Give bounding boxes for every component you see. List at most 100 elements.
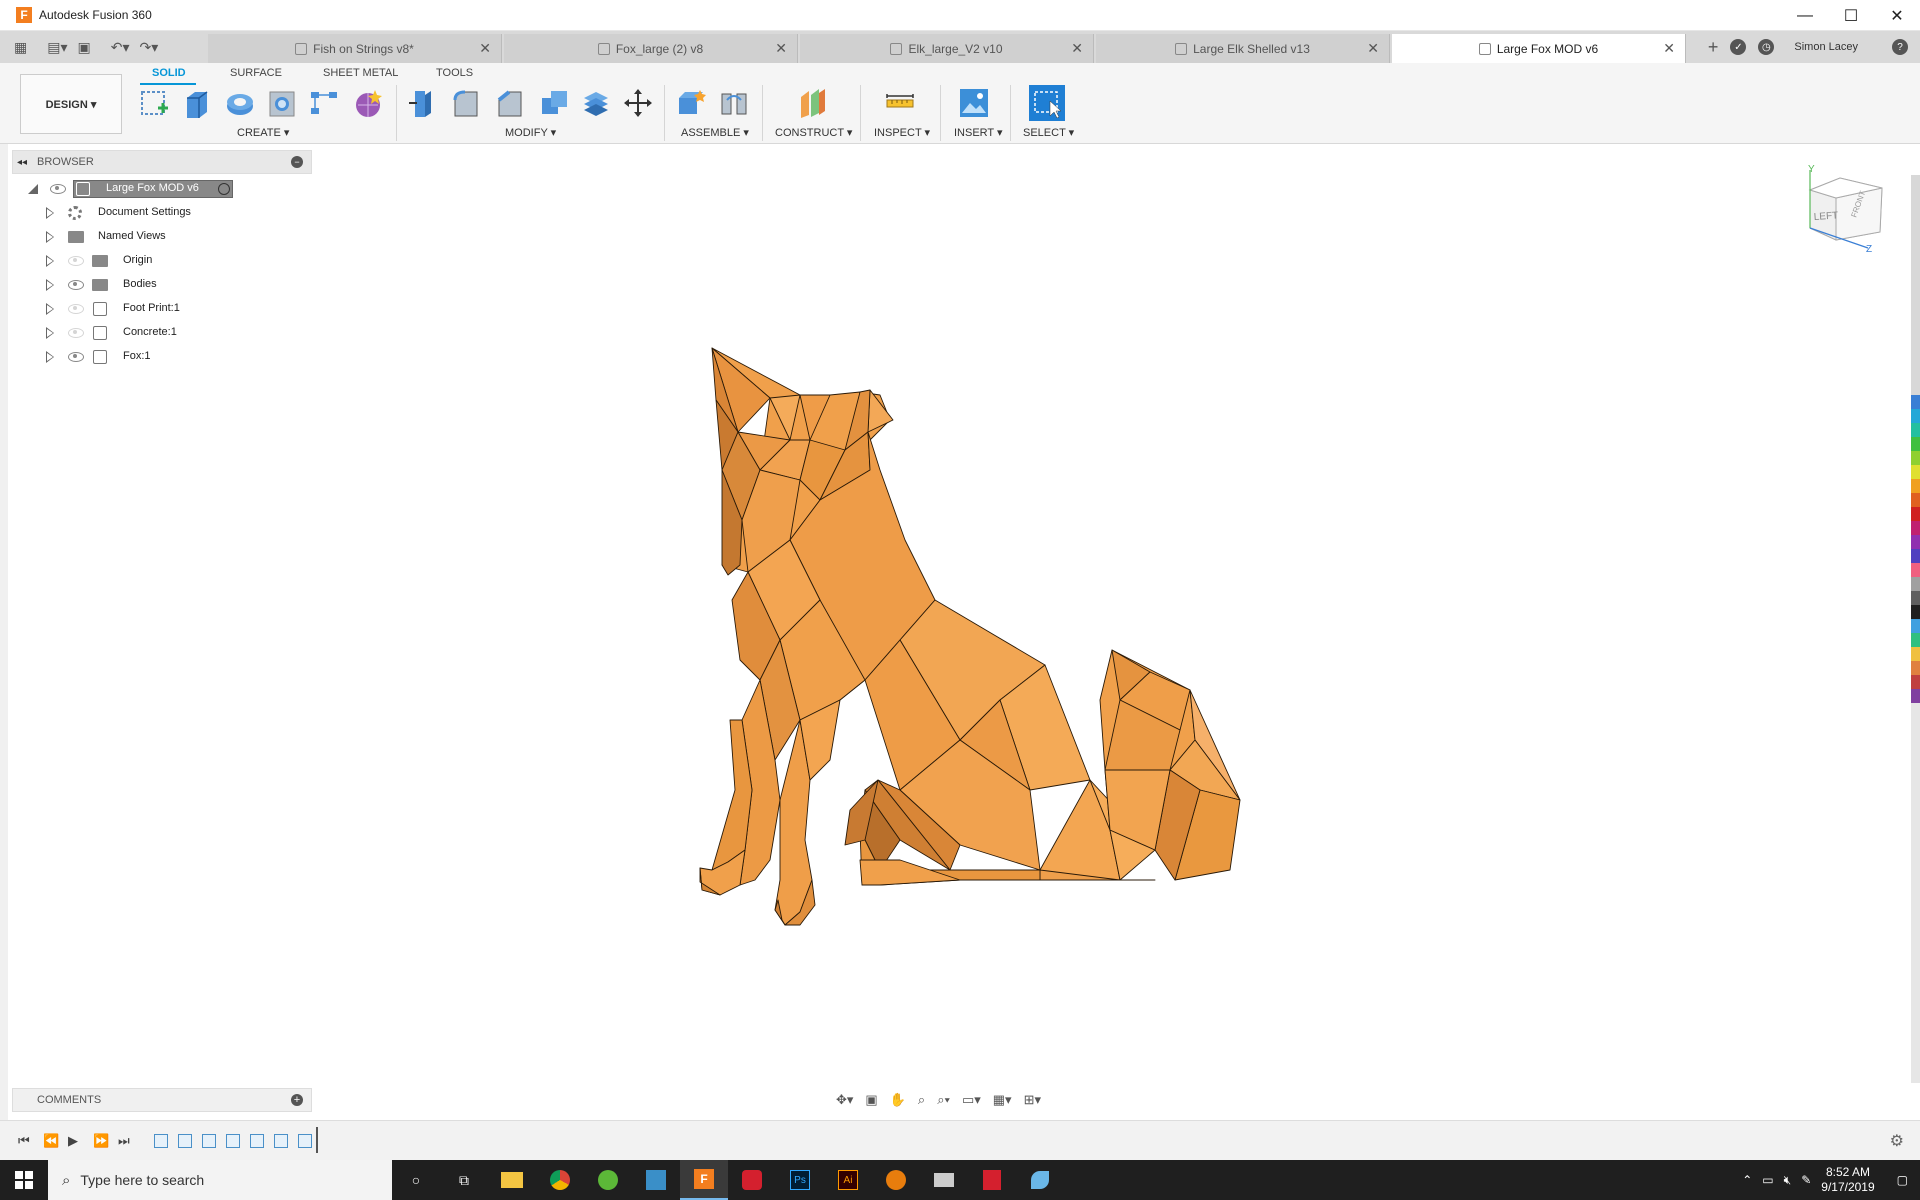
expand-icon[interactable]: [46, 303, 54, 315]
axis-y-label: Y: [1808, 164, 1815, 175]
expand-icon[interactable]: [46, 255, 54, 267]
grid-settings-icon[interactable]: ▦▾: [993, 1092, 1012, 1108]
visibility-eye-icon[interactable]: [68, 280, 84, 290]
fit-icon[interactable]: ⌕▾: [937, 1092, 950, 1108]
timeline-play-icon[interactable]: ▶: [68, 1133, 78, 1149]
component-icon: [93, 350, 107, 364]
visibility-eye-icon[interactable]: [68, 352, 84, 362]
tree-label: Origin: [123, 254, 153, 266]
timeline-next-icon[interactable]: ⏩: [93, 1133, 109, 1149]
expand-icon[interactable]: [46, 279, 54, 291]
3d-viewport[interactable]: Y Z LEFT FRONT: [0, 0, 1920, 1200]
app-window-icon[interactable]: [920, 1160, 968, 1200]
view-cube[interactable]: [1808, 170, 1883, 249]
axis-z-label: Z: [1866, 244, 1872, 255]
browser-item-document-settings[interactable]: Document Settings: [46, 202, 266, 224]
tree-label: Bodies: [123, 278, 157, 290]
fusion-taskbar-icon[interactable]: F: [680, 1160, 728, 1200]
timeline-marker[interactable]: [316, 1127, 318, 1153]
add-comment-icon[interactable]: +: [291, 1094, 303, 1106]
app-feather-icon[interactable]: [1016, 1160, 1064, 1200]
expand-icon[interactable]: [46, 327, 54, 339]
blender-icon[interactable]: [872, 1160, 920, 1200]
hidden-eye-icon[interactable]: [68, 256, 84, 266]
cortana-icon[interactable]: ○: [392, 1160, 440, 1200]
acrobat-icon[interactable]: [968, 1160, 1016, 1200]
system-tray: ⌃ ▭ 🔇︎ ✎ 8:52 AM 9/17/2019 ▢: [1742, 1160, 1920, 1200]
browser-item-fox[interactable]: Fox:1: [46, 346, 266, 368]
app-green-icon[interactable]: [584, 1160, 632, 1200]
timeline-feature[interactable]: [274, 1134, 288, 1148]
component-icon: [76, 182, 90, 196]
timeline-feature[interactable]: [154, 1134, 168, 1148]
expand-icon[interactable]: [46, 231, 54, 243]
timeline-settings-icon[interactable]: ⚙: [1890, 1131, 1904, 1151]
browser-item-named-views[interactable]: Named Views: [46, 226, 266, 248]
search-placeholder: Type here to search: [80, 1172, 205, 1188]
activate-radio-icon[interactable]: [218, 183, 230, 195]
photoshop-icon[interactable]: Ps: [776, 1160, 824, 1200]
notification-center-icon[interactable]: ▢: [1897, 1173, 1908, 1187]
display-settings-icon[interactable]: ▭▾: [962, 1092, 981, 1108]
folder-icon: [92, 255, 108, 267]
clock[interactable]: 8:52 AM 9/17/2019: [1821, 1165, 1874, 1195]
browser-panel-header[interactable]: ◂◂ BROWSER −: [12, 150, 312, 174]
tree-label: Document Settings: [98, 206, 191, 218]
pen-icon[interactable]: ✎: [1801, 1173, 1811, 1187]
root-label[interactable]: Large Fox MOD v6: [106, 182, 199, 194]
file-explorer-icon[interactable]: [488, 1160, 536, 1200]
fox-model[interactable]: [699, 347, 1241, 926]
expand-icon[interactable]: [46, 207, 54, 219]
component-icon: [93, 302, 107, 316]
browser-title: BROWSER: [37, 156, 94, 168]
expand-icon[interactable]: [46, 351, 54, 363]
zoom-icon[interactable]: ⌕: [918, 1092, 925, 1108]
windows-taskbar: ⌕ Type here to search ○ ⧉ F Ps Ai ⌃ ▭ 🔇︎…: [0, 1160, 1920, 1200]
collapse-browser-icon[interactable]: ◂◂: [17, 157, 27, 168]
timeline-feature[interactable]: [202, 1134, 216, 1148]
color-palette-strip[interactable]: [1911, 175, 1920, 1083]
viewcube-face-left[interactable]: LEFT: [1813, 210, 1838, 223]
comments-title: COMMENTS: [37, 1094, 102, 1106]
clock-time: 8:52 AM: [1825, 1165, 1870, 1179]
timeline-feature[interactable]: [250, 1134, 264, 1148]
browser-minimize-icon[interactable]: −: [291, 156, 303, 168]
navigation-bar: ✥▾ ▣ ✋ ⌕ ⌕▾ ▭▾ ▦▾ ⊞▾: [830, 1087, 1080, 1113]
browser-item-foot-print[interactable]: Foot Print:1: [46, 298, 266, 320]
timeline-feature[interactable]: [178, 1134, 192, 1148]
volume-icon[interactable]: 🔇︎: [1784, 1173, 1792, 1188]
app-blue-icon[interactable]: [632, 1160, 680, 1200]
network-icon[interactable]: ▭: [1762, 1173, 1773, 1187]
hidden-eye-icon[interactable]: [68, 304, 84, 314]
browser-item-origin[interactable]: Origin: [46, 250, 266, 272]
tree-label: Fox:1: [123, 350, 151, 362]
timeline-feature[interactable]: [226, 1134, 240, 1148]
browser-item-concrete[interactable]: Concrete:1: [46, 322, 266, 344]
pan-icon[interactable]: ✋: [890, 1092, 906, 1108]
browser-root[interactable]: Large Fox MOD v6: [28, 178, 268, 200]
search-icon: ⌕: [62, 1171, 71, 1189]
timeline-first-icon[interactable]: ⏮: [18, 1133, 30, 1149]
timeline-prev-icon[interactable]: ⏪: [43, 1133, 59, 1149]
orbit-icon[interactable]: ✥▾: [836, 1092, 853, 1108]
chrome-icon[interactable]: [536, 1160, 584, 1200]
creative-cloud-icon[interactable]: [728, 1160, 776, 1200]
browser-item-bodies[interactable]: Bodies: [46, 274, 266, 296]
clock-date: 9/17/2019: [1821, 1180, 1875, 1194]
component-icon: [93, 326, 107, 340]
expand-icon[interactable]: [28, 184, 38, 194]
viewports-icon[interactable]: ⊞▾: [1024, 1092, 1041, 1108]
hidden-eye-icon[interactable]: [68, 328, 84, 338]
comments-panel-header[interactable]: COMMENTS +: [12, 1088, 312, 1112]
task-view-icon[interactable]: ⧉: [440, 1160, 488, 1200]
timeline-last-icon[interactable]: ⏭: [118, 1133, 130, 1149]
illustrator-icon[interactable]: Ai: [824, 1160, 872, 1200]
tree-label: Foot Print:1: [123, 302, 180, 314]
tray-chevron-icon[interactable]: ⌃: [1742, 1173, 1752, 1187]
visibility-eye-icon[interactable]: [50, 184, 66, 194]
timeline-feature[interactable]: [298, 1134, 312, 1148]
windows-start-icon[interactable]: [0, 1160, 48, 1200]
taskbar-search[interactable]: ⌕ Type here to search: [48, 1160, 392, 1200]
tree-label: Concrete:1: [123, 326, 177, 338]
look-at-icon[interactable]: ▣: [865, 1092, 877, 1108]
